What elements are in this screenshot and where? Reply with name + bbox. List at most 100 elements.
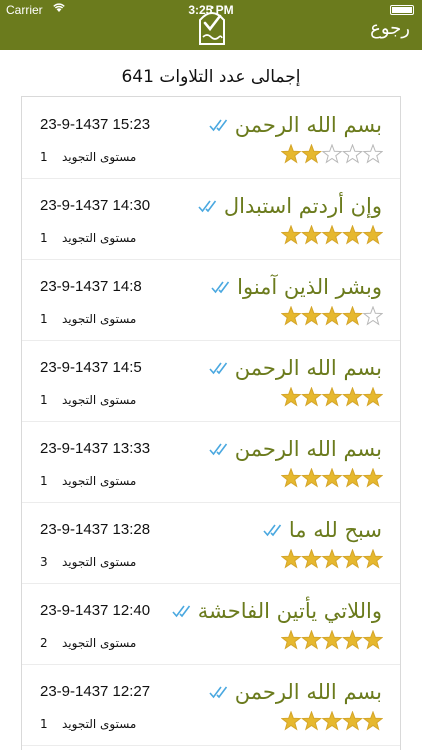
star-filled-icon	[300, 387, 323, 407]
tajweed-level-label: مستوى التجويد	[62, 312, 137, 326]
star-filled-icon	[281, 468, 302, 488]
star-filled-icon	[362, 549, 383, 569]
star-filled-icon	[300, 225, 323, 245]
recitation-title: بسم الله الرحمن	[234, 680, 382, 704]
tajweed-level-label: مستوى التجويد	[62, 474, 137, 488]
double-check-icon	[211, 279, 233, 294]
star-filled-icon	[281, 225, 302, 245]
recitation-row[interactable]: سبح لله ما 23-9-1437 13:28 3 مستوى التجويد	[22, 502, 400, 584]
tajweed-level-value: 2	[40, 636, 48, 650]
star-rating	[281, 225, 383, 245]
star-filled-icon	[321, 387, 343, 407]
recitation-row[interactable]: بسم الله الرحمن 23-9-1437 13:33 1 مستوى الت…	[22, 421, 400, 503]
star-filled-icon	[321, 306, 343, 326]
tajweed-level-value: 1	[40, 717, 48, 731]
double-check-icon	[209, 117, 231, 132]
star-rating	[281, 630, 383, 650]
recitation-date: 23-9-1437 12:27	[40, 683, 151, 700]
star-filled-icon	[321, 711, 343, 731]
tajweed-level: 1 مستوى التجويد	[40, 312, 136, 326]
tajweed-level-label: مستوى التجويد	[62, 150, 137, 164]
double-check-icon	[172, 603, 194, 618]
star-filled-icon	[300, 711, 323, 731]
tajweed-level: 1 مستوى التجويد	[40, 231, 136, 245]
star-filled-icon	[362, 630, 383, 650]
star-empty-icon	[321, 144, 343, 164]
tajweed-level-value: 1	[40, 231, 48, 245]
star-filled-icon	[362, 711, 383, 731]
double-check-icon	[198, 198, 220, 213]
battery-icon	[390, 5, 414, 15]
star-filled-icon	[321, 549, 343, 569]
star-filled-icon	[341, 387, 364, 407]
recitation-row[interactable]: بسم الله الرحمن 23-9-1437 14:5 1 مستوى التج…	[22, 340, 400, 422]
app-logo	[193, 4, 231, 46]
star-filled-icon	[362, 387, 383, 407]
tajweed-level-label: مستوى التجويد	[62, 393, 137, 407]
navigation-bar: Carrier 3:25 PM رجوع	[0, 0, 422, 50]
tajweed-level: 2 مستوى التجويد	[40, 636, 136, 650]
star-filled-icon	[281, 306, 302, 326]
star-filled-icon	[362, 468, 383, 488]
recitations-list: بسم الله الرحمن 23-9-1437 15:23 1 مستوى الت…	[21, 96, 401, 750]
double-check-icon	[263, 522, 285, 537]
tajweed-level-value: 1	[40, 312, 48, 326]
double-check-icon	[209, 441, 231, 456]
star-filled-icon	[300, 630, 323, 650]
tajweed-level: 1 مستوى التجويد	[40, 717, 136, 731]
star-filled-icon	[341, 468, 364, 488]
tajweed-level: 3 مستوى التجويد	[40, 555, 136, 569]
recitation-date: 23-9-1437 13:28	[40, 521, 151, 538]
recitation-row[interactable]: وبشر الذين آمنوا 23-9-1437 14:8 1 مستوى الت…	[22, 259, 400, 341]
star-filled-icon	[281, 549, 302, 569]
tajweed-level-label: مستوى التجويد	[62, 636, 137, 650]
recitation-title: بسم الله الرحمن	[234, 113, 382, 137]
star-filled-icon	[321, 468, 343, 488]
star-rating	[281, 468, 383, 488]
back-button[interactable]: رجوع	[370, 18, 410, 39]
recitation-date: 23-9-1437 12:40	[40, 602, 151, 619]
tajweed-level-value: 1	[40, 150, 48, 164]
star-filled-icon	[341, 711, 364, 731]
tajweed-level-label: مستوى التجويد	[62, 231, 137, 245]
tajweed-level-value: 3	[40, 555, 48, 569]
star-rating	[281, 711, 383, 731]
star-empty-icon	[362, 144, 383, 164]
recitation-title: سبح لله ما	[288, 518, 382, 542]
tajweed-level: 1 مستوى التجويد	[40, 474, 136, 488]
star-filled-icon	[341, 549, 364, 569]
recitation-row[interactable]: بسم الله الرحمن 23-9-1437 15:23 1 مستوى الت…	[22, 97, 400, 179]
star-filled-icon	[321, 225, 343, 245]
star-rating	[281, 144, 383, 164]
recitation-date: 23-9-1437 14:8	[40, 278, 142, 295]
star-rating	[281, 549, 383, 569]
recitation-title: وبشر الذين آمنوا	[237, 275, 382, 299]
double-check-icon	[209, 684, 231, 699]
recitation-date: 23-9-1437 14:5	[40, 359, 142, 376]
recitation-title: بسم الله الرحمن	[234, 356, 382, 380]
star-filled-icon	[341, 306, 364, 326]
star-rating	[281, 387, 383, 407]
recitation-title: وإن أردتم استبدال	[223, 194, 382, 218]
star-filled-icon	[321, 630, 343, 650]
recitation-title: بسم الله الرحمن	[234, 437, 382, 461]
tajweed-level-label: مستوى التجويد	[62, 555, 137, 569]
tajweed-level-value: 1	[40, 393, 48, 407]
star-filled-icon	[281, 711, 302, 731]
tajweed-level: 1 مستوى التجويد	[40, 393, 136, 407]
star-empty-icon	[341, 144, 364, 164]
star-rating	[281, 306, 383, 326]
recitation-date: 23-9-1437 15:23	[40, 116, 151, 133]
tajweed-level: 1 مستوى التجويد	[40, 150, 136, 164]
double-check-icon	[209, 360, 231, 375]
recitation-row[interactable]: واللاتي يأتين الفاحشة 23-9-1437 12:40 2 مست…	[22, 583, 400, 665]
recitation-date: 23-9-1437 13:33	[40, 440, 151, 457]
star-filled-icon	[281, 630, 302, 650]
recitation-row[interactable]: بسم الله الرحمن 23-9-1437 12:27 1 مستوى الت…	[22, 664, 400, 746]
recitation-title: واللاتي يأتين الفاحشة	[197, 599, 382, 623]
recitation-date: 23-9-1437 14:30	[40, 197, 151, 214]
star-empty-icon	[362, 306, 383, 326]
tajweed-level-label: مستوى التجويد	[62, 717, 137, 731]
star-filled-icon	[281, 387, 302, 407]
recitation-row[interactable]: وإن أردتم استبدال 23-9-1437 14:30 1 مستوى ا…	[22, 178, 400, 260]
